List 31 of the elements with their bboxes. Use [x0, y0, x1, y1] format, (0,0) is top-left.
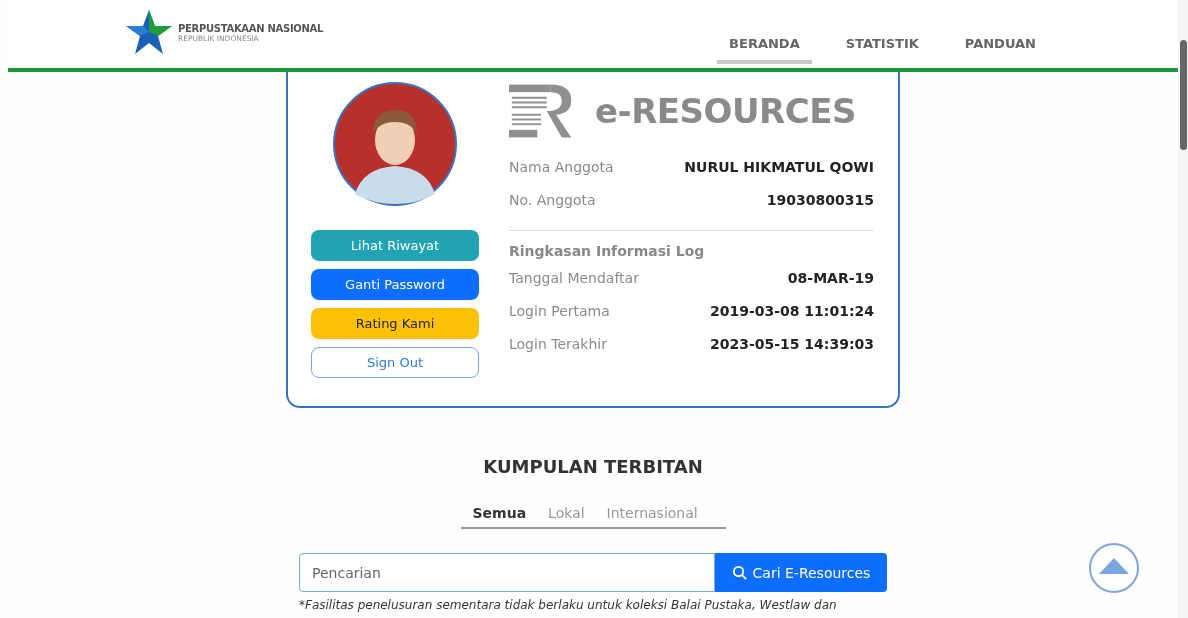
field-label: Login Pertama	[509, 302, 610, 319]
footnote: *Fasilitas penelusuran sementara tidak berlaku untuk koleksi Balai Pustaka, Westlaw dan	[299, 598, 838, 612]
org-name: PERPUSTAKAAN NASIONAL	[178, 23, 324, 34]
search-icon	[731, 565, 747, 580]
field-value: 2019-03-08 11:01:24	[709, 302, 874, 319]
nav-link[interactable]: STATISTIK	[833, 36, 931, 64]
collection-tab[interactable]: Internasional	[606, 505, 698, 521]
field-label: Login Terakhir	[509, 335, 607, 352]
collection-tab[interactable]: Semua	[472, 505, 527, 521]
field-value: NURUL HIKMATUL QOWI	[684, 158, 874, 175]
action-button[interactable]: Ganti Password	[311, 269, 479, 300]
section-title: KUMPULAN TERBITAN	[483, 456, 703, 477]
field-value: 08-MAR-19	[787, 269, 874, 286]
scrollbar[interactable]	[1178, 0, 1188, 618]
up-triangle-icon	[1099, 558, 1129, 574]
section-heading: Ringkasan Informasi Log	[509, 243, 706, 259]
action-button[interactable]: Sign Out	[311, 347, 479, 378]
field-label: Nama Anggota	[509, 158, 614, 175]
field-value: 19030800315	[766, 191, 874, 208]
field-value: 2023-05-15 14:39:03	[709, 335, 874, 352]
action-button[interactable]: Lihat Riwayat	[311, 230, 479, 261]
collection-tab[interactable]: Lokal	[548, 505, 585, 521]
action-button[interactable]: Rating Kami	[311, 308, 479, 339]
search-button[interactable]: Cari E-Resources	[715, 553, 887, 592]
search-field[interactable]: Pencarian	[299, 553, 715, 592]
brand-title: e-RESOURCES	[595, 91, 856, 131]
avatar-icon	[333, 82, 457, 206]
field-label: No. Anggota	[509, 191, 596, 208]
nav-link[interactable]: BERANDA	[717, 36, 812, 64]
field-label: Tanggal Mendaftar	[509, 269, 639, 286]
nav-link[interactable]: PANDUAN	[952, 36, 1048, 64]
